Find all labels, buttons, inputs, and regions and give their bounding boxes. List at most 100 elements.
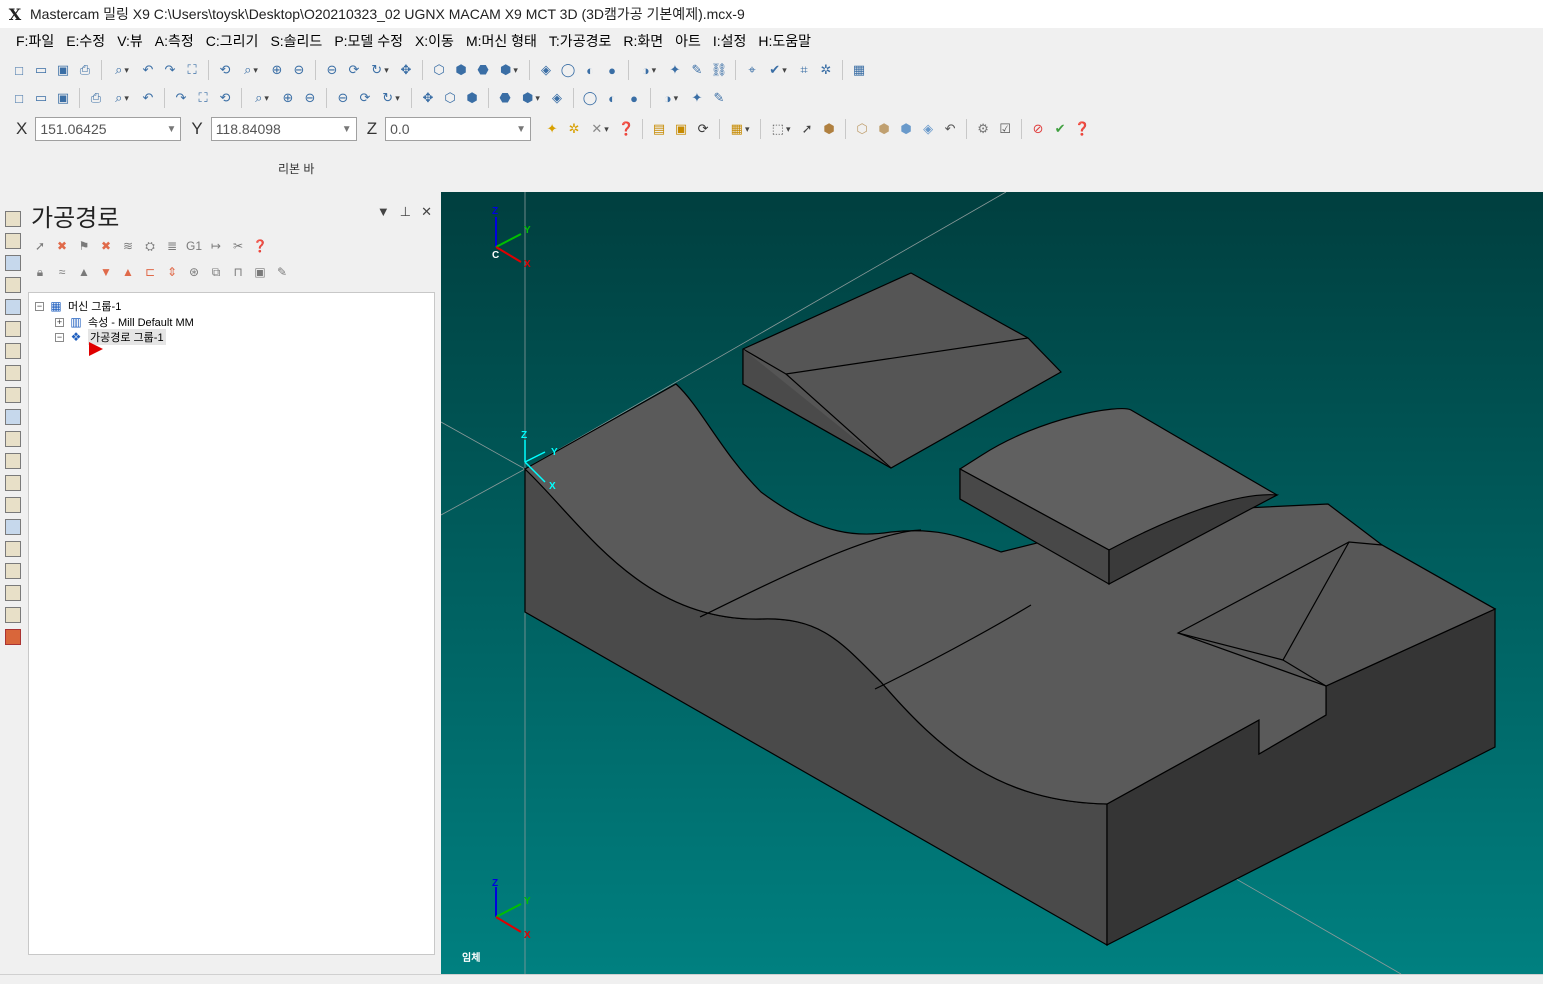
- stock-model-icon[interactable]: [5, 629, 21, 645]
- deselect-operations-icon[interactable]: ✖: [52, 236, 72, 256]
- array-icon[interactable]: ⬡: [440, 88, 460, 108]
- view-iso-icon[interactable]: ⬢: [495, 60, 523, 80]
- menu-item[interactable]: S:솔리드: [264, 28, 328, 54]
- verify-mask-icon[interactable]: ☑: [995, 119, 1015, 139]
- solid-body-icon[interactable]: ⬢: [874, 119, 894, 139]
- surface-icon[interactable]: ⛶: [193, 88, 213, 108]
- print-preview-icon[interactable]: ⌕: [108, 60, 136, 80]
- verify-select-icon[interactable]: ◈: [918, 119, 938, 139]
- circle-icon[interactable]: ▣: [53, 88, 73, 108]
- lock-icon[interactable]: 🔒︎: [30, 262, 50, 282]
- graph-icon[interactable]: ⌗: [794, 60, 814, 80]
- menu-item[interactable]: M:머신 형태: [460, 28, 543, 54]
- view-top-icon[interactable]: ⬡: [429, 60, 449, 80]
- check-icon[interactable]: ✔: [764, 60, 792, 80]
- solid-select-icon[interactable]: ⬢: [896, 119, 916, 139]
- expand-icon[interactable]: +: [55, 317, 64, 327]
- grid-icon[interactable]: ▦: [849, 60, 869, 80]
- restmill-icon[interactable]: [5, 497, 21, 513]
- menu-item[interactable]: T:가공경로: [543, 28, 617, 54]
- delete-op-icon[interactable]: ✂: [228, 236, 248, 256]
- autocursor-icon[interactable]: ✲: [564, 119, 584, 139]
- regen-icon[interactable]: ⟳: [693, 119, 713, 139]
- backplot-icon[interactable]: ◑: [657, 88, 685, 108]
- hatch-icon[interactable]: ◐: [602, 88, 622, 108]
- open-file-icon[interactable]: ▭: [31, 60, 51, 80]
- plugin-icon[interactable]: ✲: [816, 60, 836, 80]
- viewport-canvas[interactable]: Z Y X C Z Y X Z Y X: [441, 192, 1543, 974]
- tree-toolpath-group[interactable]: − ❖ 가공경로 그룹-1: [55, 329, 166, 345]
- tool-display-icon[interactable]: ✎: [272, 262, 292, 282]
- panel-menu-icon[interactable]: ▼: [377, 204, 390, 220]
- menu-item[interactable]: I:설정: [707, 28, 753, 54]
- move-down-icon[interactable]: ▼: [96, 262, 116, 282]
- select-window-icon[interactable]: ⬚: [767, 119, 795, 139]
- save-icon[interactable]: ▣: [53, 60, 73, 80]
- circle-mill-icon[interactable]: [5, 299, 21, 315]
- menu-item[interactable]: H:도움말: [752, 28, 817, 54]
- project-icon[interactable]: [5, 453, 21, 469]
- pan-icon[interactable]: ✥: [396, 60, 416, 80]
- copy-icon[interactable]: ▣: [671, 119, 691, 139]
- collapse-icon[interactable]: −: [55, 332, 64, 342]
- undo-icon[interactable]: ↶: [138, 60, 158, 80]
- images-icon[interactable]: ▣: [250, 262, 270, 282]
- zoom-out-icon[interactable]: ⊖: [322, 60, 342, 80]
- move-up-icon[interactable]: ▲: [118, 262, 138, 282]
- toolpath-icon[interactable]: ●: [624, 88, 644, 108]
- translucent-icon[interactable]: ◑: [635, 60, 663, 80]
- verify-icon[interactable]: ✦: [687, 88, 707, 108]
- new-file-icon[interactable]: □: [9, 60, 29, 80]
- parallel-icon[interactable]: [5, 519, 21, 535]
- pin-icon[interactable]: ⊥: [400, 204, 411, 220]
- stop-icon[interactable]: ⊘: [1028, 119, 1048, 139]
- contour-icon[interactable]: [5, 211, 21, 227]
- fillet-icon[interactable]: ⬢: [517, 88, 545, 108]
- chain-icon[interactable]: ⛓: [709, 60, 729, 80]
- toggle-post-icon[interactable]: ▲: [74, 262, 94, 282]
- cancel-icon[interactable]: ✕: [586, 119, 614, 139]
- remove-icon[interactable]: ⊓: [228, 262, 248, 282]
- solid-face-icon[interactable]: ⬡: [852, 119, 872, 139]
- menu-item[interactable]: C:그리기: [200, 28, 265, 54]
- menu-item[interactable]: A:측정: [149, 28, 200, 54]
- cursor-icon[interactable]: ➚: [797, 119, 817, 139]
- zoom-window-icon[interactable]: ⌕: [237, 60, 265, 80]
- insert-after-icon[interactable]: ⊏: [140, 262, 160, 282]
- solid-icon[interactable]: ⬣: [495, 88, 515, 108]
- zoom-target-icon[interactable]: ⊕: [267, 60, 287, 80]
- redo-icon[interactable]: ↷: [160, 60, 180, 80]
- rectangle-icon[interactable]: ⎙: [86, 88, 106, 108]
- tree-machine-group[interactable]: − ▦ 머신 그룹-1: [35, 298, 121, 314]
- menu-item[interactable]: E:수정: [60, 28, 111, 54]
- pencil-icon[interactable]: ✎: [687, 60, 707, 80]
- view-right-icon[interactable]: ⬣: [473, 60, 493, 80]
- spline-icon[interactable]: ↶: [138, 88, 158, 108]
- scale-icon[interactable]: ↻: [377, 88, 405, 108]
- waterline-icon[interactable]: [5, 585, 21, 601]
- shading-icon[interactable]: ◈: [536, 60, 556, 80]
- menu-item[interactable]: R:화면: [617, 28, 669, 54]
- select-solid-icon[interactable]: ⬢: [819, 119, 839, 139]
- attribute-icon[interactable]: ▦: [726, 119, 754, 139]
- level-icon[interactable]: ▤: [649, 119, 669, 139]
- offset-icon[interactable]: ⊖: [333, 88, 353, 108]
- shade-icon[interactable]: ●: [602, 60, 622, 80]
- ok-icon[interactable]: ✔: [1050, 119, 1070, 139]
- close-icon[interactable]: ✕: [421, 204, 432, 220]
- chevron-down-icon[interactable]: ▼: [516, 124, 526, 135]
- help-circle-icon[interactable]: ❓: [1072, 119, 1092, 139]
- scallop-icon[interactable]: [5, 563, 21, 579]
- hide-icon[interactable]: ✦: [665, 60, 685, 80]
- pocket-icon[interactable]: [5, 255, 21, 271]
- menu-item[interactable]: X:이동: [409, 28, 460, 54]
- wire-icon[interactable]: ◐: [580, 60, 600, 80]
- menu-item[interactable]: F:파일: [10, 28, 60, 54]
- select-dirty-icon[interactable]: ⚑: [74, 236, 94, 256]
- flowline-icon[interactable]: [5, 475, 21, 491]
- z-coord-input[interactable]: 0.0 ▼: [385, 117, 532, 141]
- helix-icon[interactable]: [5, 365, 21, 381]
- slot-icon[interactable]: [5, 343, 21, 359]
- dimension-icon[interactable]: ◈: [547, 88, 567, 108]
- menu-item[interactable]: P:모델 수정: [328, 28, 409, 54]
